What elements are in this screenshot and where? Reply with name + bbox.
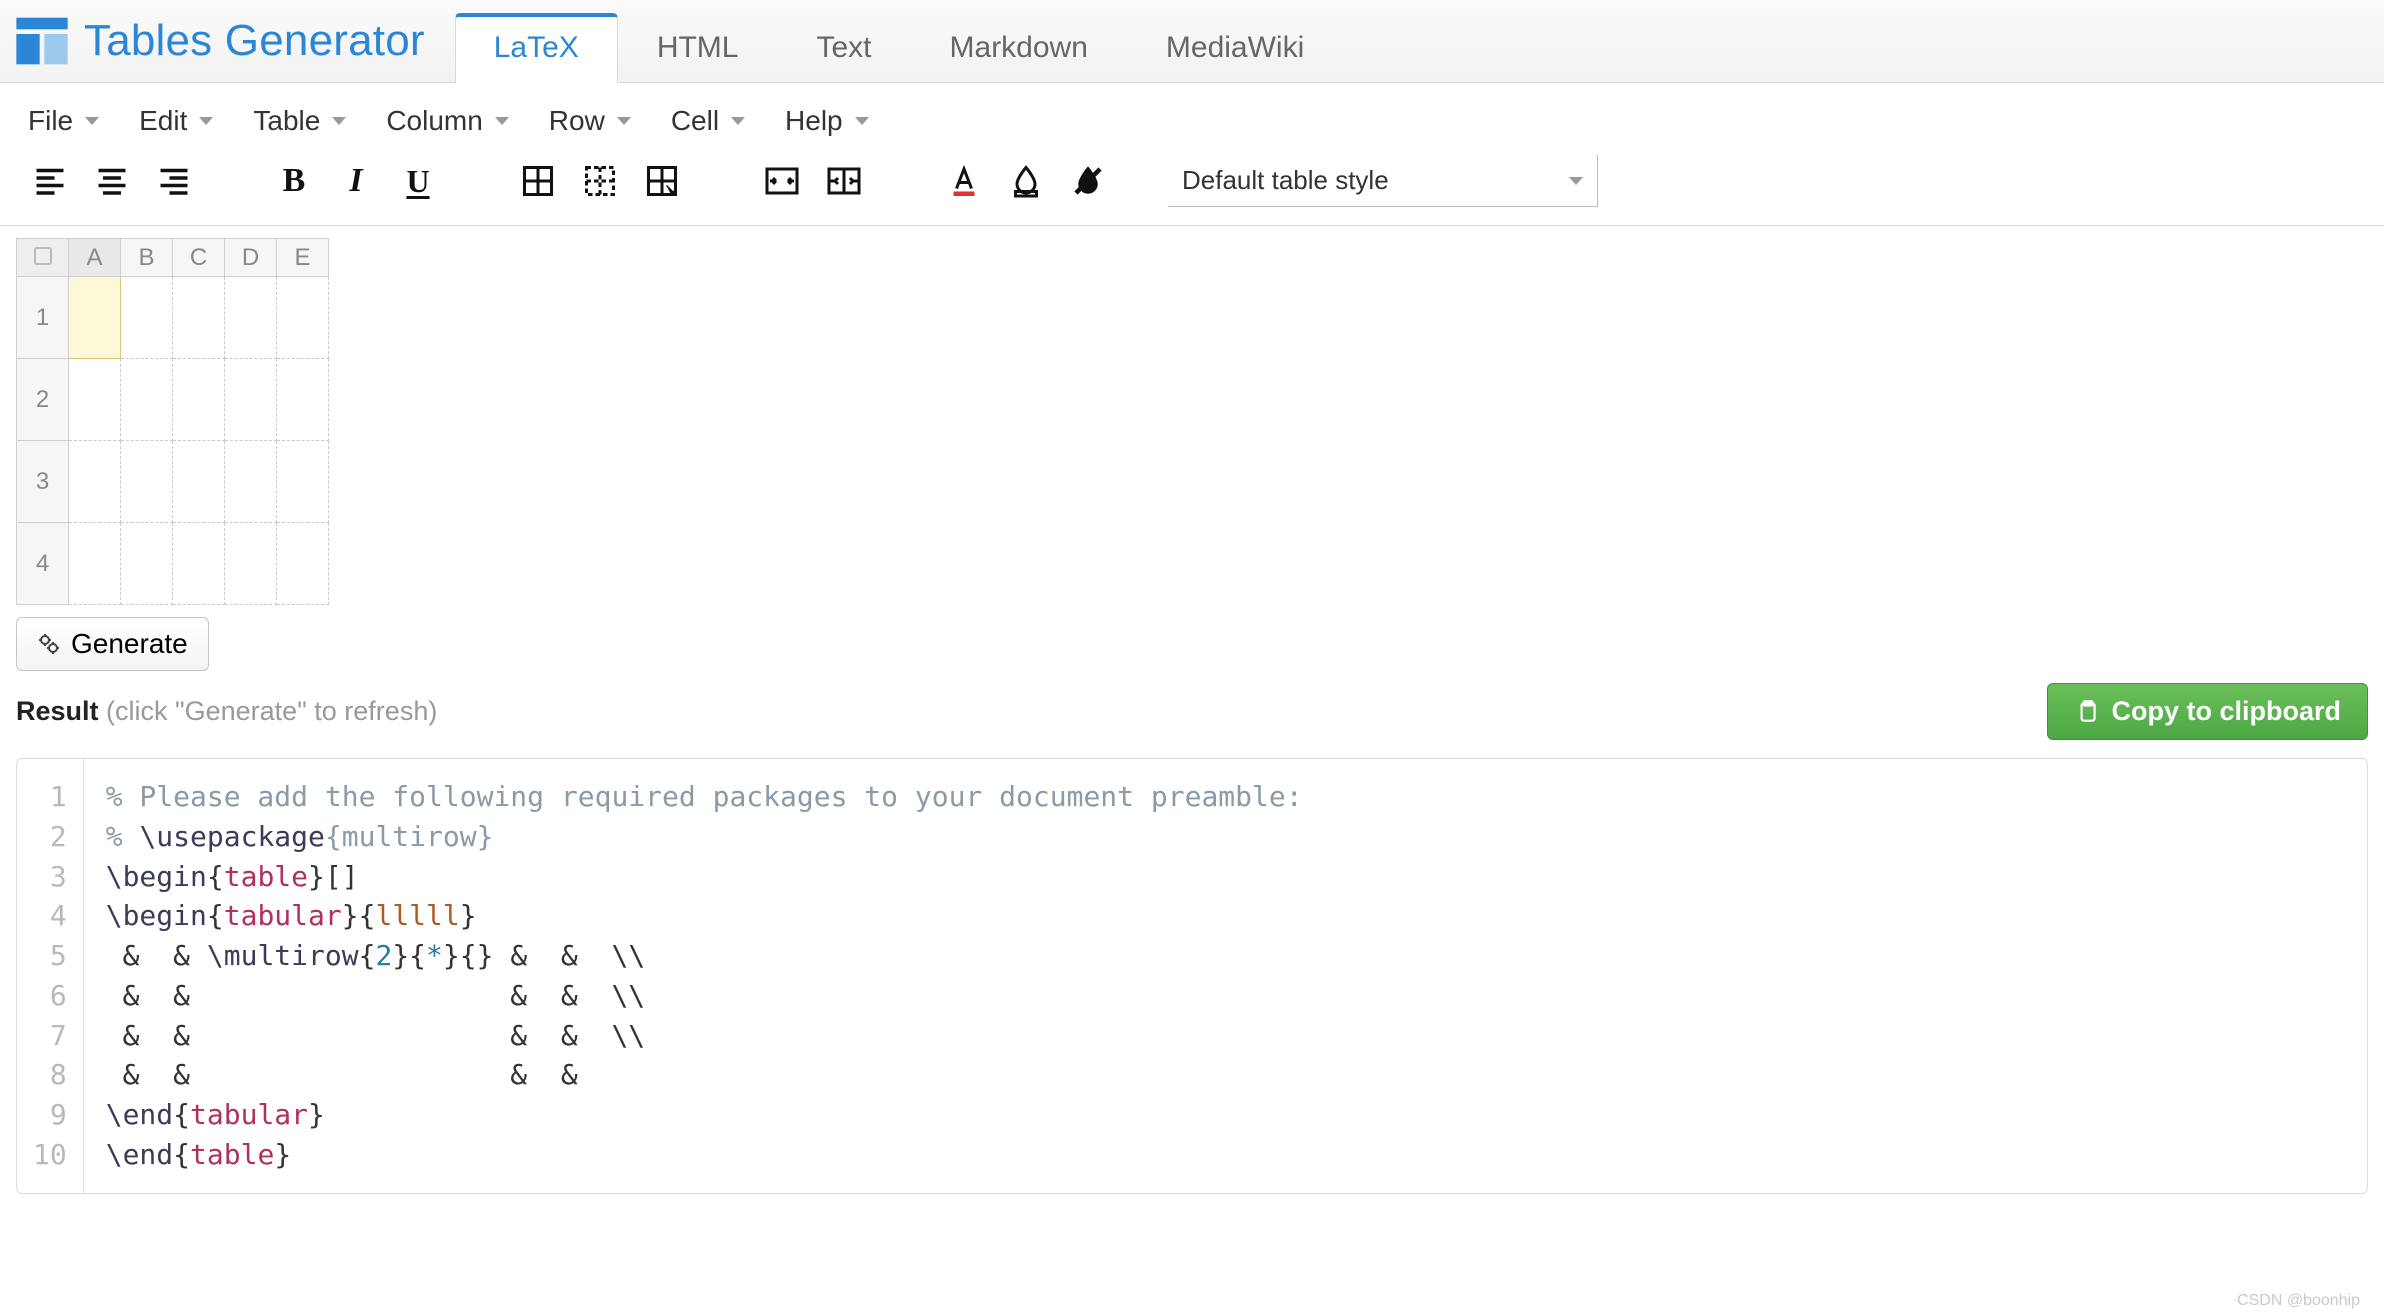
cell-A4[interactable] — [69, 523, 121, 605]
tab-latex[interactable]: LaTeX — [455, 13, 618, 83]
cell-D2[interactable] — [225, 359, 277, 441]
caret-icon — [855, 117, 869, 125]
menu-edit[interactable]: Edit — [139, 105, 213, 137]
tab-markdown[interactable]: Markdown — [911, 12, 1127, 83]
col-header-d[interactable]: D — [225, 239, 277, 277]
generate-label: Generate — [71, 628, 188, 660]
cell-B2[interactable] — [121, 359, 173, 441]
caret-icon — [495, 117, 509, 125]
editor-grid[interactable]: A B C D E 1234 — [16, 238, 329, 605]
tab-text[interactable]: Text — [777, 12, 910, 83]
align-right-icon[interactable] — [152, 159, 196, 203]
brand-link[interactable]: Tables Generator — [14, 0, 425, 82]
line-gutter: 12345678910 — [17, 759, 84, 1193]
code-output[interactable]: 12345678910 % Please add the following r… — [16, 758, 2368, 1194]
caret-icon — [1569, 177, 1583, 185]
border-all-icon[interactable] — [516, 159, 560, 203]
caret-icon — [199, 117, 213, 125]
menu-label: Edit — [139, 105, 187, 137]
cell-E2[interactable] — [277, 359, 329, 441]
cell-C2[interactable] — [173, 359, 225, 441]
copy-to-clipboard-button[interactable]: Copy to clipboard — [2047, 683, 2369, 740]
col-header-b[interactable]: B — [121, 239, 173, 277]
row-header-1[interactable]: 1 — [17, 277, 69, 359]
watermark: CSDN @boonhip — [2237, 1292, 2360, 1310]
menu-label: Row — [549, 105, 605, 137]
checkbox-icon — [34, 247, 52, 265]
result-row: Result (click "Generate" to refresh) Cop… — [0, 677, 2384, 746]
underline-icon[interactable]: U — [396, 159, 440, 203]
cell-B3[interactable] — [121, 441, 173, 523]
menu-row[interactable]: Row — [549, 105, 631, 137]
row-header-2[interactable]: 2 — [17, 359, 69, 441]
caret-icon — [332, 117, 346, 125]
fill-color-icon[interactable] — [1004, 159, 1048, 203]
cell-E3[interactable] — [277, 441, 329, 523]
row-header-4[interactable]: 4 — [17, 523, 69, 605]
format-tabs: LaTeX HTML Text Markdown MediaWiki — [455, 0, 1344, 82]
result-title-strong: Result — [16, 696, 99, 726]
menu-file[interactable]: File — [28, 105, 99, 137]
brand-title: Tables Generator — [84, 16, 425, 66]
result-hint: (click "Generate" to refresh) — [106, 696, 437, 726]
toolbar: B I U Default table style — [0, 147, 2384, 226]
align-left-icon[interactable] — [28, 159, 72, 203]
row-header-3[interactable]: 3 — [17, 441, 69, 523]
cell-C4[interactable] — [173, 523, 225, 605]
cell-E1[interactable] — [277, 277, 329, 359]
menu-column[interactable]: Column — [386, 105, 508, 137]
cell-A1[interactable] — [69, 277, 121, 359]
menubar: File Edit Table Column Row Cell Help — [0, 83, 2384, 147]
split-cells-icon[interactable] — [822, 159, 866, 203]
col-header-e[interactable]: E — [277, 239, 329, 277]
logo-icon — [14, 13, 70, 69]
col-header-c[interactable]: C — [173, 239, 225, 277]
clear-format-icon[interactable] — [1066, 159, 1110, 203]
tab-mediawiki[interactable]: MediaWiki — [1127, 12, 1343, 83]
clipboard-icon — [2074, 699, 2100, 725]
border-pick-icon[interactable] — [640, 159, 684, 203]
cell-C3[interactable] — [173, 441, 225, 523]
cell-D3[interactable] — [225, 441, 277, 523]
text-color-icon[interactable] — [942, 159, 986, 203]
copy-label: Copy to clipboard — [2112, 696, 2342, 727]
cell-B1[interactable] — [121, 277, 173, 359]
select-all-corner[interactable] — [17, 239, 69, 277]
cell-A2[interactable] — [69, 359, 121, 441]
top-bar: Tables Generator LaTeX HTML Text Markdow… — [0, 0, 2384, 83]
menu-label: Table — [253, 105, 320, 137]
result-title: Result (click "Generate" to refresh) — [16, 696, 437, 727]
border-dashed-icon[interactable] — [578, 159, 622, 203]
caret-icon — [731, 117, 745, 125]
menu-help[interactable]: Help — [785, 105, 869, 137]
cell-D4[interactable] — [225, 523, 277, 605]
menu-table[interactable]: Table — [253, 105, 346, 137]
menu-label: Help — [785, 105, 843, 137]
menu-label: Column — [386, 105, 482, 137]
menu-cell[interactable]: Cell — [671, 105, 745, 137]
caret-icon — [85, 117, 99, 125]
align-center-icon[interactable] — [90, 159, 134, 203]
italic-icon[interactable]: I — [334, 159, 378, 203]
code-text: % Please add the following required pack… — [84, 759, 1325, 1193]
gears-icon — [37, 632, 61, 656]
generate-button[interactable]: Generate — [16, 617, 209, 671]
tab-html[interactable]: HTML — [618, 12, 778, 83]
bold-icon[interactable]: B — [272, 159, 316, 203]
menu-label: File — [28, 105, 73, 137]
cell-B4[interactable] — [121, 523, 173, 605]
merge-cells-icon[interactable] — [760, 159, 804, 203]
cell-A3[interactable] — [69, 441, 121, 523]
cell-D1[interactable] — [225, 277, 277, 359]
style-dropdown-label: Default table style — [1182, 165, 1389, 196]
col-header-a[interactable]: A — [69, 239, 121, 277]
cell-E4[interactable] — [277, 523, 329, 605]
menu-label: Cell — [671, 105, 719, 137]
cell-C1[interactable] — [173, 277, 225, 359]
table-style-dropdown[interactable]: Default table style — [1168, 155, 1598, 207]
table-editor: A B C D E 1234 — [0, 238, 2384, 605]
generate-row: Generate — [0, 605, 2384, 677]
caret-icon — [617, 117, 631, 125]
